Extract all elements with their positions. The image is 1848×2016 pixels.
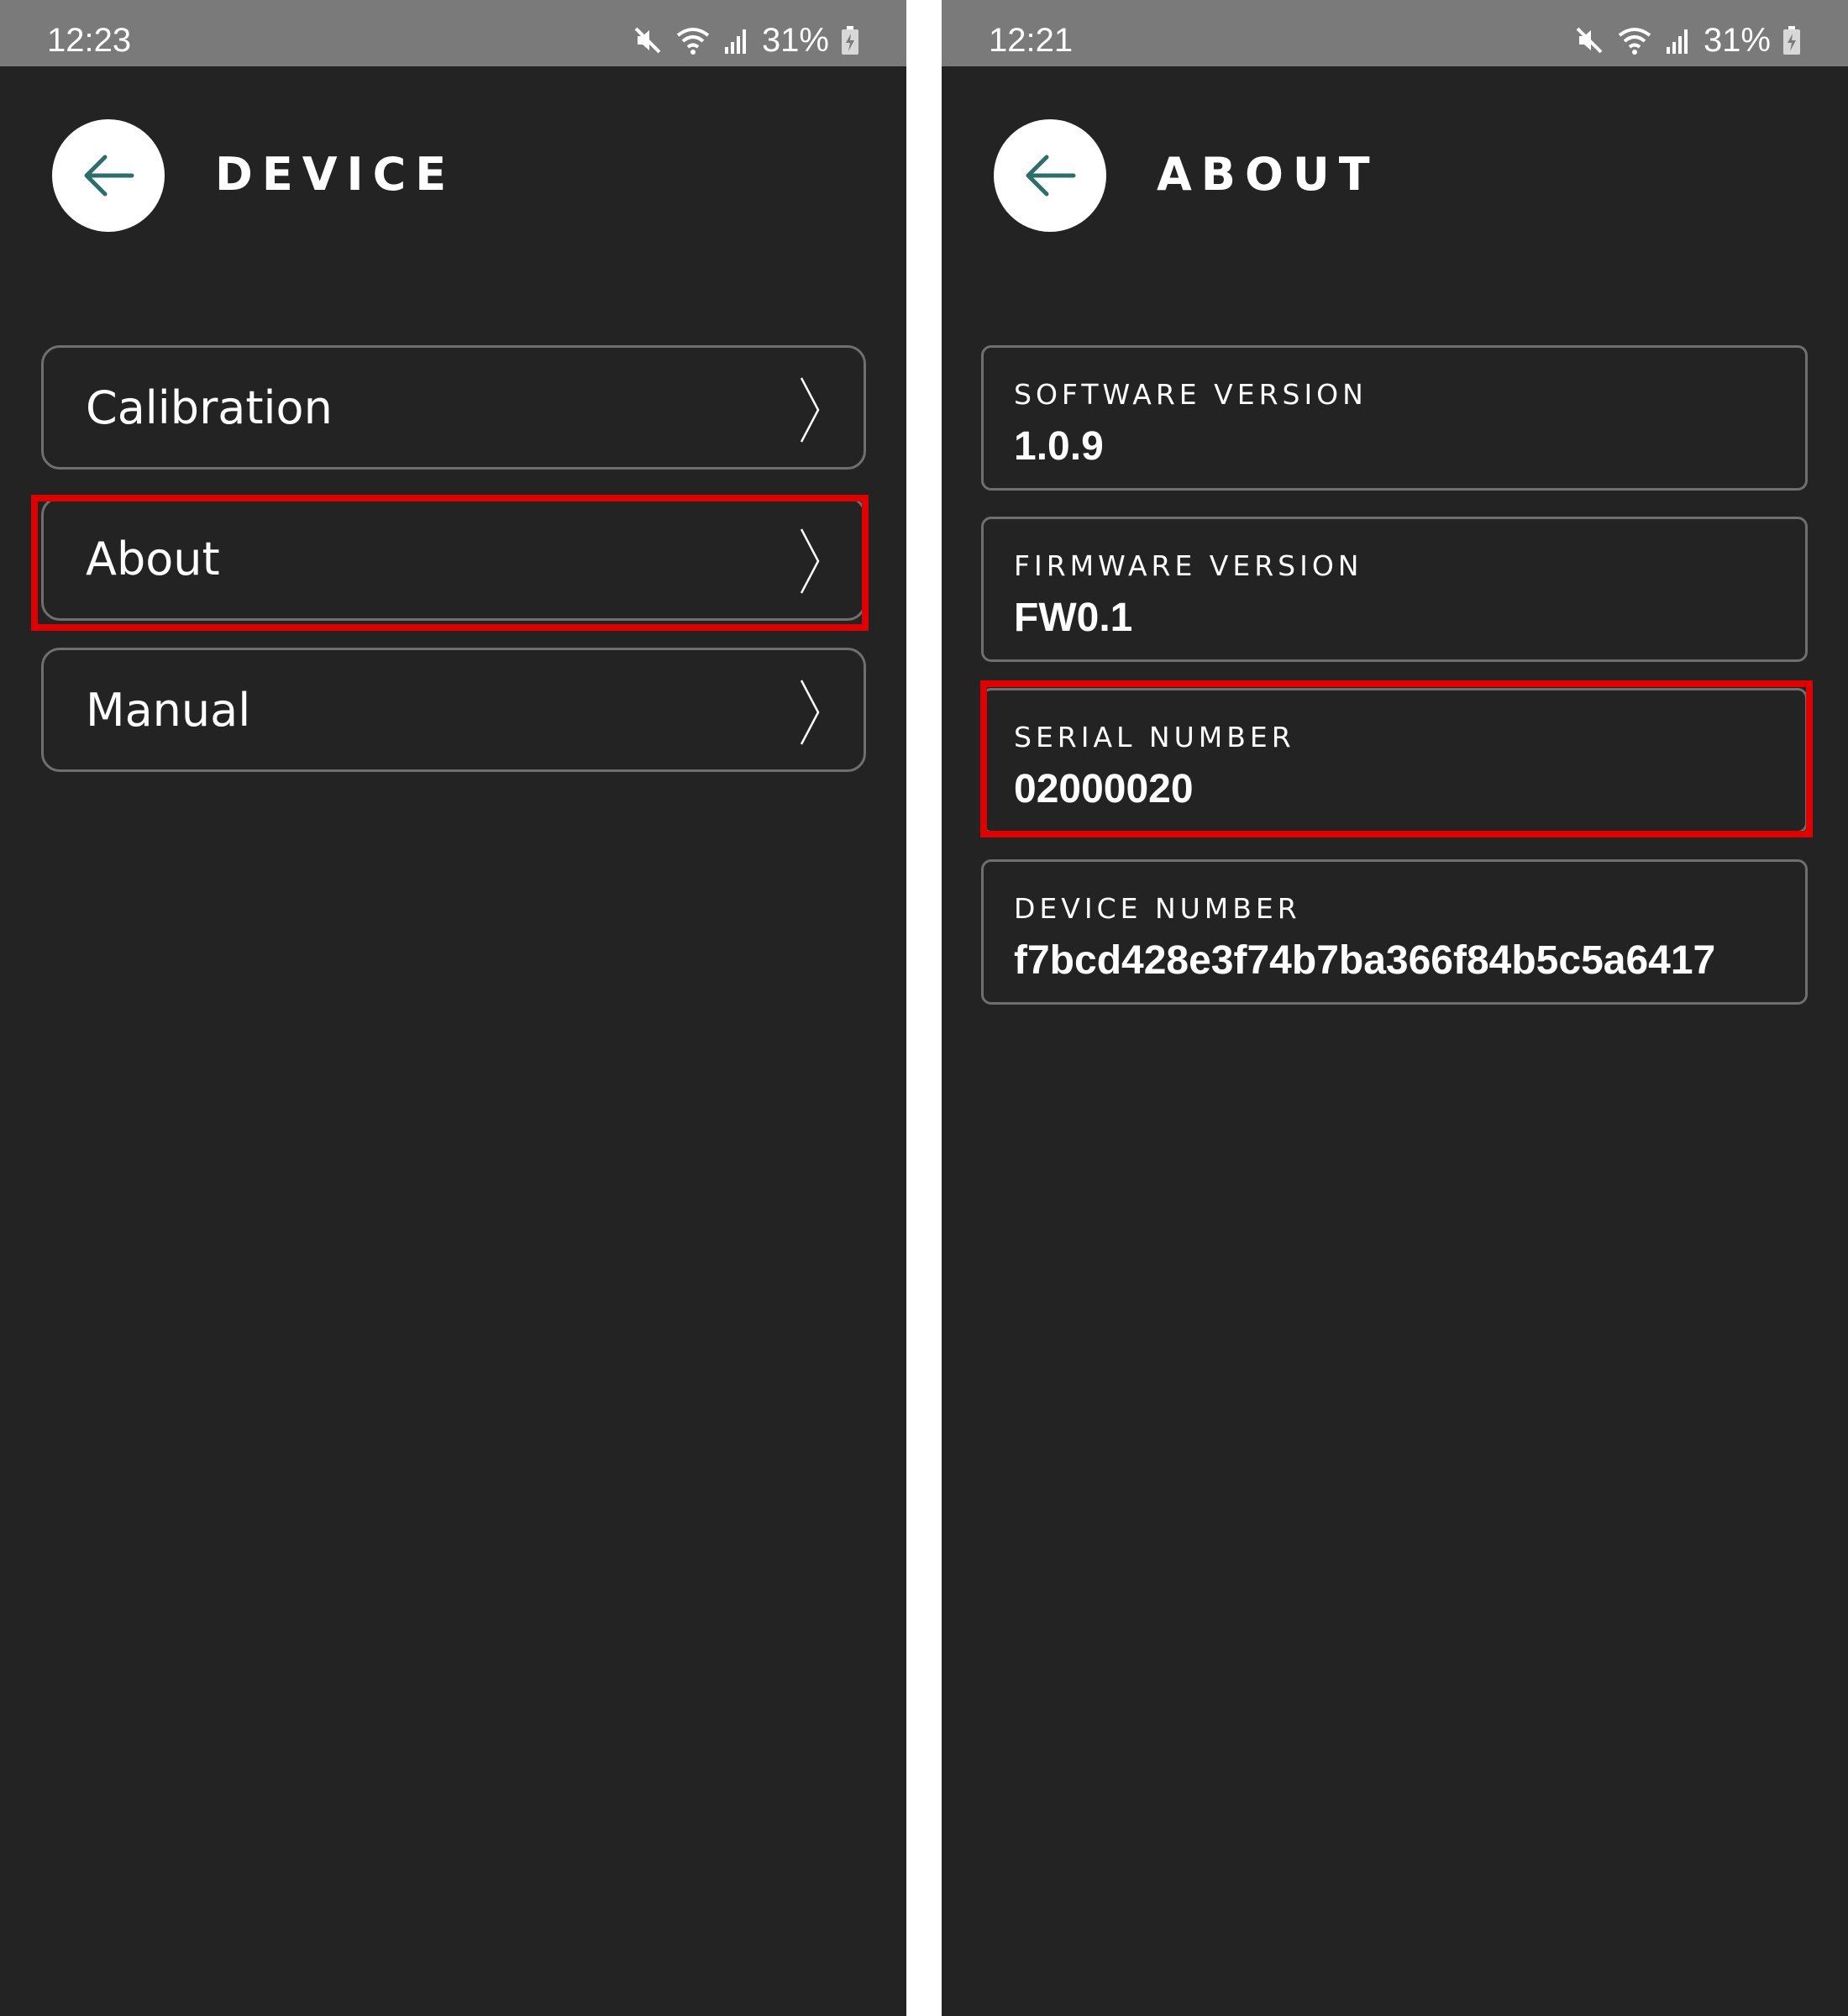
device-screen: 12:23 31% DEVICE Calibration About Manua… (0, 0, 906, 2016)
signal-icon (723, 25, 750, 55)
menu-item-manual[interactable]: Manual (41, 648, 866, 772)
info-card-serial-number: SERIAL NUMBER 02000020 (981, 688, 1808, 833)
mute-icon (633, 25, 663, 55)
chevron-right-icon (800, 377, 820, 443)
status-bar: 12:21 31% (942, 0, 1848, 66)
chevron-right-icon (800, 528, 820, 594)
about-screen: 12:21 31% ABOUT SOFTWARE VERSION 1.0.9 F… (942, 0, 1848, 2016)
arrow-left-icon (1026, 155, 1076, 197)
battery-charging-icon (841, 25, 859, 55)
page-title: DEVICE (215, 148, 456, 201)
info-label: SOFTWARE VERSION (1014, 378, 1368, 411)
info-card-software-version: SOFTWARE VERSION 1.0.9 (981, 345, 1808, 491)
status-bar: 12:23 31% (0, 0, 906, 66)
menu-item-calibration[interactable]: Calibration (41, 345, 866, 470)
menu-item-label: About (86, 533, 220, 585)
info-value: FW0.1 (1014, 596, 1133, 640)
back-button[interactable] (994, 119, 1106, 232)
menu-item-label: Calibration (86, 381, 333, 434)
arrow-left-icon (84, 155, 134, 197)
menu-item-about[interactable]: About (41, 496, 866, 621)
page-title: ABOUT (1157, 148, 1379, 201)
status-time: 12:21 (989, 22, 1074, 59)
status-icons: 31% (633, 20, 859, 60)
status-time: 12:23 (47, 22, 132, 59)
info-label: SERIAL NUMBER (1014, 721, 1295, 753)
battery-percent: 31% (761, 22, 829, 59)
back-button[interactable] (52, 119, 165, 232)
info-card-device-number: DEVICE NUMBER f7bcd428e3f74b7ba366f84b5c… (981, 859, 1808, 1005)
info-label: FIRMWARE VERSION (1014, 549, 1363, 582)
info-card-firmware-version: FIRMWARE VERSION FW0.1 (981, 517, 1808, 662)
wifi-icon (675, 25, 711, 55)
battery-charging-icon (1782, 25, 1801, 55)
wifi-icon (1616, 25, 1653, 55)
info-value: 1.0.9 (1014, 424, 1104, 469)
info-value: 02000020 (1014, 767, 1194, 811)
info-label: DEVICE NUMBER (1014, 892, 1301, 925)
menu-item-label: Manual (86, 684, 251, 737)
info-value: f7bcd428e3f74b7ba366f84b5c5a6417 (1014, 938, 1716, 983)
battery-percent: 31% (1703, 22, 1771, 59)
status-icons: 31% (1574, 20, 1801, 60)
signal-icon (1665, 25, 1692, 55)
mute-icon (1574, 25, 1604, 55)
chevron-right-icon (800, 680, 820, 745)
